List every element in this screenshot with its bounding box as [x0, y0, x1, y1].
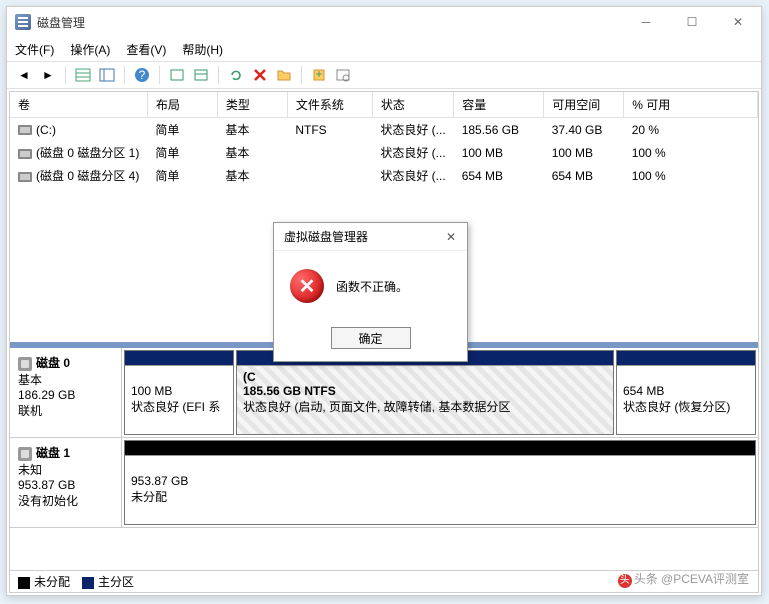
part-status: 状态良好 (启动, 页面文件, 故障转储, 基本数据分区 [243, 398, 607, 415]
svg-text:+: + [315, 67, 322, 81]
toutiao-icon: 头 [618, 574, 632, 588]
part-status: 状态良好 (恢复分区) [623, 398, 749, 415]
app-icon [15, 14, 31, 30]
volume-icon [18, 149, 32, 159]
legend-primary-icon [82, 577, 94, 589]
partition-unallocated[interactable]: 953.87 GB 未分配 [124, 440, 756, 525]
action-icon[interactable] [166, 64, 188, 86]
window-title: 磁盘管理 [37, 14, 85, 31]
disk-status: 没有初始化 [18, 492, 113, 509]
disk-map: 磁盘 0 基本 186.29 GB 联机 100 MB 状态良好 (EFI 系 [10, 342, 758, 570]
settings-icon[interactable] [332, 64, 354, 86]
col-volume[interactable]: 卷 [10, 92, 147, 118]
close-button[interactable]: ✕ [715, 7, 761, 37]
titlebar: 磁盘管理 ─ ☐ ✕ [7, 7, 761, 37]
toolbar: ◄ ► ? + [7, 61, 761, 89]
partition[interactable]: 654 MB 状态良好 (恢复分区) [616, 350, 756, 435]
legend-primary: 主分区 [98, 575, 134, 589]
menubar: 文件(F) 操作(A) 查看(V) 帮助(H) [7, 37, 761, 61]
volume-icon [18, 172, 32, 182]
watermark: 头头条 @PCEVA评测室 [618, 570, 749, 588]
disk-size: 186.29 GB [18, 388, 113, 402]
col-pct[interactable]: % 可用 [624, 92, 758, 118]
col-free[interactable]: 可用空间 [544, 92, 624, 118]
folder-icon[interactable] [273, 64, 295, 86]
disk-status: 联机 [18, 402, 113, 419]
menu-action[interactable]: 操作(A) [70, 41, 110, 58]
partition-c[interactable]: (C 185.56 GB NTFS 状态良好 (启动, 页面文件, 故障转储, … [236, 350, 614, 435]
part-status: 状态良好 (EFI 系 [131, 398, 227, 415]
part-size: 953.87 GB [131, 474, 749, 488]
menu-file[interactable]: 文件(F) [15, 41, 54, 58]
maximize-button[interactable]: ☐ [669, 7, 715, 37]
new-icon[interactable]: + [308, 64, 330, 86]
error-icon: ✕ [290, 269, 324, 303]
table-row[interactable]: (磁盘 0 磁盘分区 4)简单基本状态良好 (...654 MB654 MB10… [10, 164, 758, 187]
back-icon[interactable]: ◄ [13, 64, 35, 86]
error-dialog: 虚拟磁盘管理器 ✕ ✕ 函数不正确。 确定 [273, 222, 468, 362]
col-capacity[interactable]: 容量 [454, 92, 544, 118]
disk-icon [18, 357, 32, 371]
disk-icon [18, 447, 32, 461]
dialog-message: 函数不正确。 [336, 278, 408, 295]
part-label: (C [243, 370, 607, 384]
disk-type: 基本 [18, 371, 113, 388]
forward-icon[interactable]: ► [37, 64, 59, 86]
dialog-title: 虚拟磁盘管理器 [284, 228, 368, 245]
part-size: 185.56 GB NTFS [243, 384, 607, 398]
volume-icon [18, 125, 32, 135]
refresh-icon[interactable] [225, 64, 247, 86]
table-row[interactable]: (C:)简单基本NTFS状态良好 (...185.56 GB37.40 GB20… [10, 118, 758, 142]
properties-icon[interactable] [190, 64, 212, 86]
legend-unallocated-icon [18, 577, 30, 589]
part-status: 未分配 [131, 488, 749, 505]
part-size: 654 MB [623, 384, 749, 398]
minimize-button[interactable]: ─ [623, 7, 669, 37]
part-size: 100 MB [131, 384, 227, 398]
disk-size: 953.87 GB [18, 478, 113, 492]
disk-type: 未知 [18, 461, 113, 478]
col-layout[interactable]: 布局 [147, 92, 217, 118]
svg-text:?: ? [139, 68, 146, 82]
disk-name: 磁盘 0 [36, 356, 70, 370]
view-detail-icon[interactable] [96, 64, 118, 86]
dialog-close-icon[interactable]: ✕ [441, 227, 461, 247]
ok-button[interactable]: 确定 [331, 327, 411, 349]
col-status[interactable]: 状态 [372, 92, 453, 118]
disk-name: 磁盘 1 [36, 446, 70, 460]
col-fs[interactable]: 文件系统 [287, 92, 372, 118]
delete-icon[interactable] [249, 64, 271, 86]
help-icon[interactable]: ? [131, 64, 153, 86]
menu-help[interactable]: 帮助(H) [182, 41, 223, 58]
table-row[interactable]: (磁盘 0 磁盘分区 1)简单基本状态良好 (...100 MB100 MB10… [10, 141, 758, 164]
view-list-icon[interactable] [72, 64, 94, 86]
col-type[interactable]: 类型 [217, 92, 287, 118]
legend-unallocated: 未分配 [34, 575, 70, 589]
partition[interactable]: 100 MB 状态良好 (EFI 系 [124, 350, 234, 435]
menu-view[interactable]: 查看(V) [126, 41, 166, 58]
disk-row-1[interactable]: 磁盘 1 未知 953.87 GB 没有初始化 953.87 GB 未分配 [10, 438, 758, 528]
